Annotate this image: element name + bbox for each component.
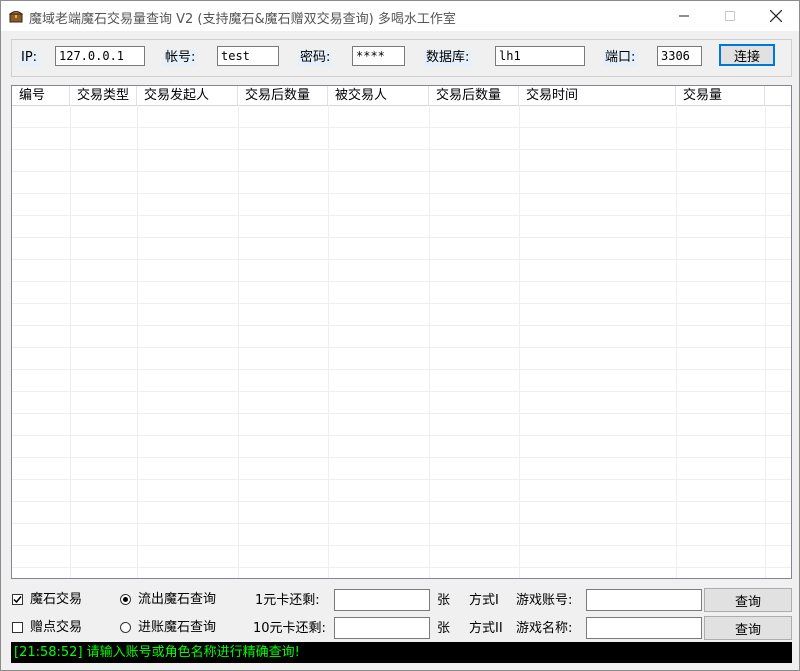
grid-column-line [137, 105, 138, 578]
grid-column-line [328, 105, 329, 578]
grid-row-line [12, 479, 791, 480]
grid-row-line [12, 259, 791, 260]
grid-row-line [12, 325, 791, 326]
grid-column-line [676, 105, 677, 578]
grid-column-line [765, 105, 766, 578]
port-input[interactable]: 3306 [657, 46, 702, 66]
grid-row-line [12, 457, 791, 458]
column-header-initiator-amount-after[interactable]: 交易后数量 [238, 86, 328, 105]
grid-row-line [12, 347, 791, 348]
main-window: 魔域老端魔石交易量查询 V2 (支持魔石&魔石赠双交易查询) 多喝水工作室 IP… [0, 0, 800, 671]
treasure-chest-icon [9, 11, 23, 23]
database-label: 数据库: [424, 50, 472, 66]
title-bar: 魔域老端魔石交易量查询 V2 (支持魔石&魔石赠双交易查询) 多喝水工作室 [1, 1, 799, 31]
magic-stone-trade-checkbox[interactable] [12, 594, 23, 605]
column-header-counterparty[interactable]: 被交易人 [328, 86, 429, 105]
column-header-initiator[interactable]: 交易发起人 [137, 86, 238, 105]
method1-label: 方式I [469, 593, 499, 608]
account-label: 帐号: [163, 50, 198, 66]
query-by-name-button[interactable]: 查询 [704, 616, 792, 640]
grid-row-line [12, 413, 791, 414]
close-icon [770, 10, 782, 22]
card1-remaining-input[interactable] [334, 589, 430, 611]
maximize-icon [725, 11, 735, 21]
column-header-id[interactable]: 编号 [12, 86, 70, 105]
window-title: 魔域老端魔石交易量查询 V2 (支持魔石&魔石赠双交易查询) 多喝水工作室 [29, 12, 456, 27]
gift-point-trade-checkbox[interactable] [12, 622, 23, 633]
status-bar: [21:58:52] 请输入账号或角色名称进行精确查询! [11, 642, 792, 663]
game-account-label: 游戏账号: [516, 593, 573, 608]
grid-row-line [12, 281, 791, 282]
query-by-account-button[interactable]: 查询 [704, 588, 792, 612]
card10-remaining-input[interactable] [334, 617, 430, 639]
card10-unit-label: 张 [437, 621, 451, 636]
grid-row-line [12, 127, 791, 128]
outflow-query-radio[interactable] [120, 594, 131, 605]
grid-row-line [12, 391, 791, 392]
gift-point-trade-label[interactable]: 赠点交易 [30, 620, 82, 636]
method2-label: 方式II [469, 621, 503, 636]
password-label: 密码: [298, 50, 333, 66]
maximize-button[interactable] [707, 1, 753, 31]
database-input[interactable]: lh1 [495, 46, 585, 66]
game-account-input[interactable] [586, 589, 702, 611]
grid-column-line [429, 105, 430, 578]
grid-column-line [70, 105, 71, 578]
ip-label: IP: [19, 50, 40, 66]
game-name-input[interactable] [586, 617, 702, 639]
grid-row-line [12, 435, 791, 436]
trade-table[interactable]: 编号 交易类型 交易发起人 交易后数量 被交易人 交易后数量 交易时间 交易量 [11, 85, 792, 579]
card10-remaining-label: 10元卡还剩: [253, 621, 326, 636]
grid-row-line [12, 193, 791, 194]
grid-column-line [519, 105, 520, 578]
grid-row-line [12, 369, 791, 370]
column-header-trade-type[interactable]: 交易类型 [70, 86, 137, 105]
column-header-trade-time[interactable]: 交易时间 [519, 86, 676, 105]
grid-row-line [12, 171, 791, 172]
magic-stone-trade-label[interactable]: 魔石交易 [30, 592, 82, 608]
grid-row-line [12, 237, 791, 238]
grid-row-line [12, 523, 791, 524]
grid-row-line [12, 545, 791, 546]
game-name-label: 游戏名称: [516, 621, 573, 636]
password-input[interactable]: **** [352, 46, 405, 66]
card1-unit-label: 张 [437, 593, 451, 608]
grid-row-line [12, 215, 791, 216]
ip-input[interactable]: 127.0.0.1 [55, 46, 145, 66]
grid-row-line [12, 149, 791, 150]
grid-row-line [12, 501, 791, 502]
column-header-counterparty-amount-after[interactable]: 交易后数量 [429, 86, 519, 105]
radio-dot-icon [123, 597, 128, 602]
inflow-query-radio[interactable] [120, 622, 131, 633]
close-button[interactable] [753, 1, 799, 31]
outflow-query-label[interactable]: 流出魔石查询 [138, 592, 216, 608]
connect-button[interactable]: 连接 [719, 44, 775, 66]
table-header: 编号 交易类型 交易发起人 交易后数量 被交易人 交易后数量 交易时间 交易量 [12, 86, 791, 106]
account-input[interactable]: test [217, 46, 279, 66]
grid-column-line [238, 105, 239, 578]
minimize-icon [679, 15, 689, 17]
grid-row-line [12, 303, 791, 304]
port-label: 端口: [603, 50, 638, 66]
column-header-trade-amount[interactable]: 交易量 [676, 86, 765, 105]
grid-row-line [12, 567, 791, 568]
card1-remaining-label: 1元卡还剩: [255, 593, 320, 608]
column-header-filler [765, 86, 791, 105]
checkmark-icon [13, 596, 22, 604]
inflow-query-label[interactable]: 进账魔石查询 [138, 620, 216, 636]
minimize-button[interactable] [661, 1, 707, 31]
